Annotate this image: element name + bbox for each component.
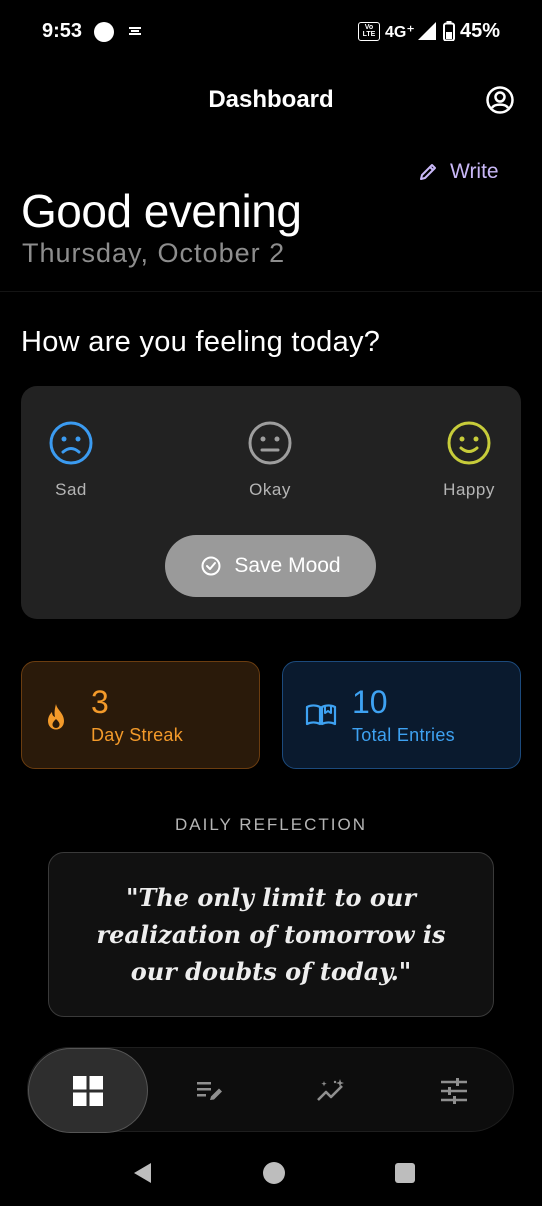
page-title: Dashboard <box>208 86 334 113</box>
open-book-icon <box>305 704 337 726</box>
volte-icon: Vo LTE <box>358 22 380 41</box>
check-circle-icon <box>201 556 221 576</box>
happy-face-icon <box>447 421 491 465</box>
sparkle-trend-icon <box>317 1078 344 1101</box>
battery-icon <box>443 21 455 41</box>
system-nav-bar <box>0 1140 542 1206</box>
mood-card: Sad Okay Happy Save Mood <box>21 386 521 619</box>
nav-settings[interactable] <box>394 1048 514 1133</box>
mood-label-sad: Sad <box>55 480 87 499</box>
save-mood-label: Save Mood <box>234 554 341 577</box>
home-icon[interactable] <box>263 1162 285 1184</box>
mood-question: How are you feeling today? <box>21 326 381 358</box>
entries-value: 10 <box>352 684 388 720</box>
write-button-label: Write <box>450 160 499 183</box>
edit-list-icon <box>197 1081 222 1100</box>
save-mood-button[interactable]: Save Mood <box>165 535 376 597</box>
mood-label-okay: Okay <box>249 480 291 499</box>
notification-dot-icon <box>94 22 114 42</box>
network-type: 4G⁺ <box>385 24 415 41</box>
sliders-icon <box>441 1077 467 1104</box>
neutral-face-icon <box>248 421 292 465</box>
streak-card[interactable]: 3 Day Streak <box>21 661 260 769</box>
app-header: Dashboard <box>0 70 542 130</box>
current-date: Thursday, October 2 <box>22 238 286 268</box>
mood-option-okay[interactable]: Okay <box>220 420 320 500</box>
daily-reflection-heading: DAILY REFLECTION <box>175 815 367 834</box>
quote-card: "The only limit to our realization of to… <box>48 852 494 1017</box>
nav-entries[interactable] <box>150 1048 270 1133</box>
sad-face-icon <box>49 421 93 465</box>
mood-option-sad[interactable]: Sad <box>21 420 121 500</box>
pencil-icon <box>420 164 436 180</box>
greeting: Good evening <box>21 185 302 237</box>
grid-icon <box>73 1075 103 1106</box>
streak-value: 3 <box>91 684 109 720</box>
divider <box>0 291 542 292</box>
status-bar: 9:53 Vo LTE 4G⁺ 45% <box>0 0 542 62</box>
mood-label-happy: Happy <box>443 480 495 499</box>
fire-icon <box>48 704 64 730</box>
streak-label: Day Streak <box>91 725 184 745</box>
battery-level: 45% <box>460 20 501 42</box>
bottom-nav <box>27 1047 514 1133</box>
mood-option-happy[interactable]: Happy <box>419 420 519 500</box>
account-circle-icon[interactable] <box>485 85 515 115</box>
nav-dashboard[interactable] <box>28 1048 148 1133</box>
write-button[interactable]: Write <box>418 160 499 184</box>
nav-insights[interactable] <box>272 1048 392 1133</box>
recents-icon[interactable] <box>395 1163 415 1183</box>
notification-mini-icon <box>129 27 141 35</box>
status-time: 9:53 <box>42 20 83 42</box>
back-icon[interactable] <box>133 1162 153 1184</box>
quote-text: "The only limit to our realization of to… <box>96 883 446 986</box>
entries-label: Total Entries <box>352 725 455 745</box>
signal-icon <box>418 22 436 40</box>
entries-card[interactable]: 10 Total Entries <box>282 661 521 769</box>
